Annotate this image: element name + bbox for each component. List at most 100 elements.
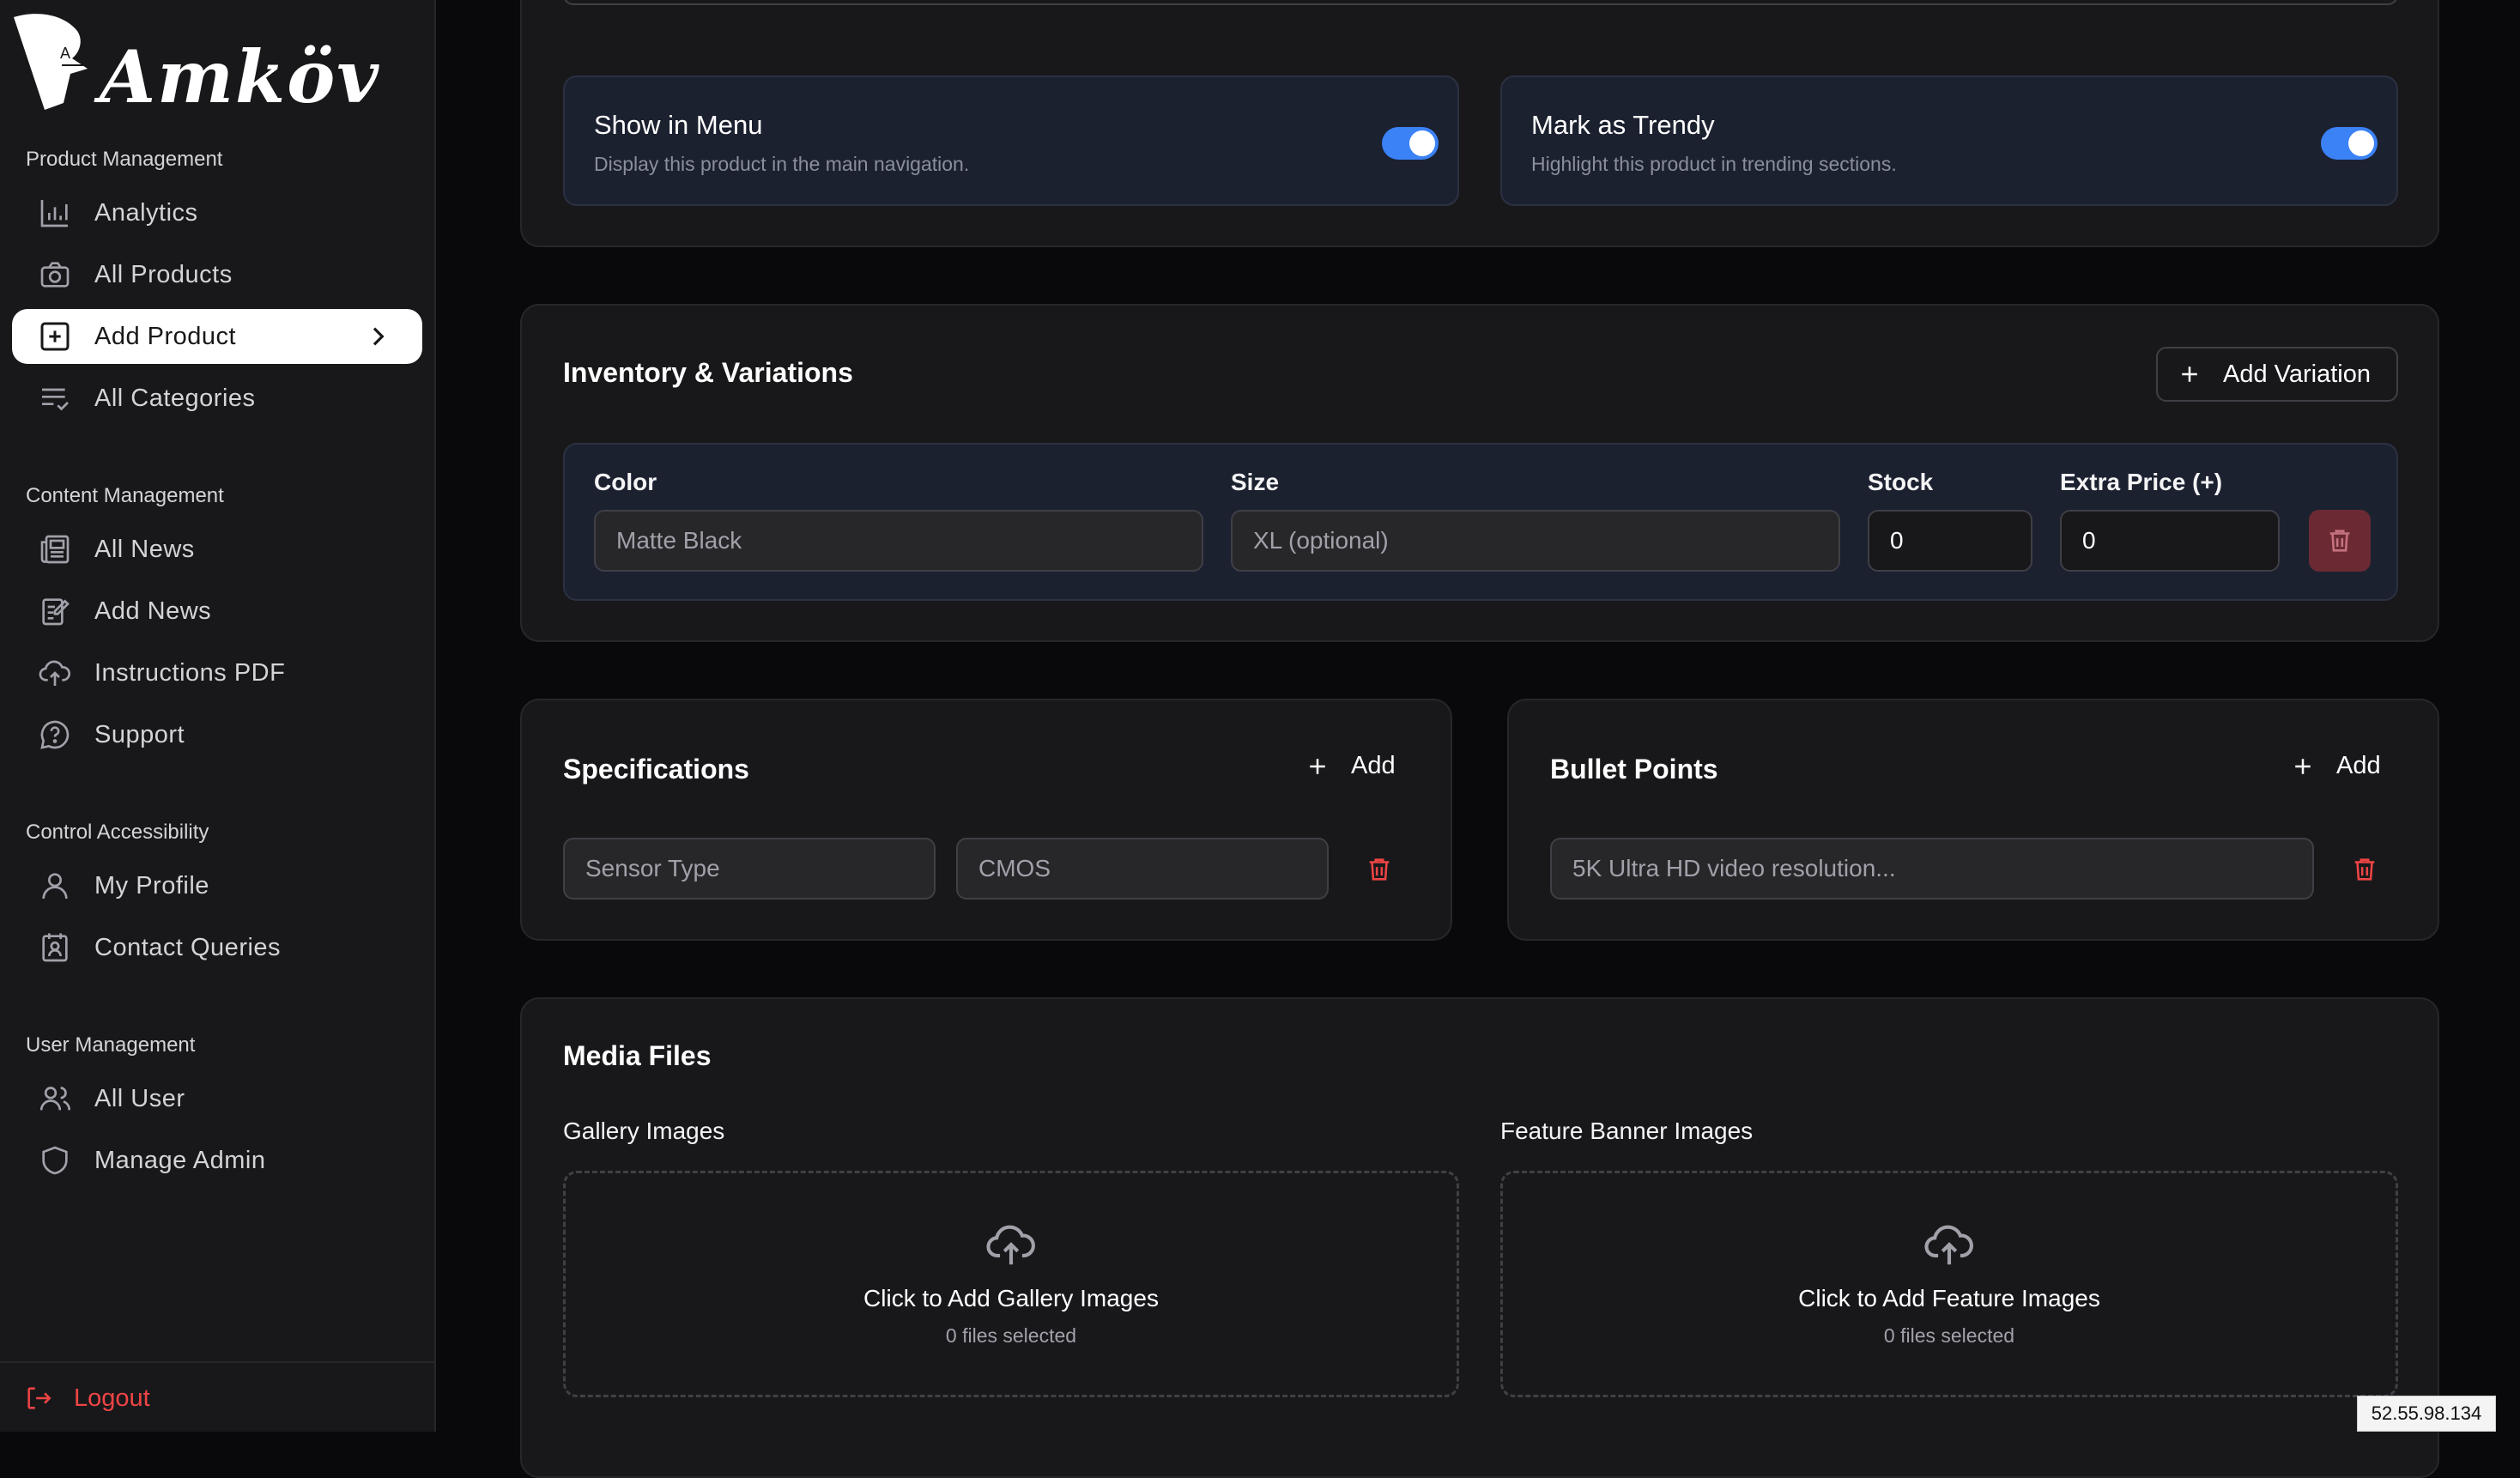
cloud-upload-icon: [38, 656, 72, 690]
variation-row: Color Size Stock Extra Price (+) Matte B…: [563, 443, 2398, 601]
logout-label: Logout: [74, 1384, 150, 1412]
add-variation-button[interactable]: Add Variation: [2156, 347, 2398, 402]
sidebar-item-label: Manage Admin: [94, 1146, 266, 1174]
trash-icon: [2329, 530, 2350, 552]
show-in-menu-panel: Show in Menu Display this product in the…: [563, 76, 1459, 206]
specifications-title: Specifications: [563, 754, 749, 784]
group-title-product-management: Product Management: [26, 148, 223, 171]
plus-icon: [2182, 366, 2197, 382]
sidebar-item-manage-admin[interactable]: Manage Admin: [12, 1133, 422, 1188]
mark-trendy-title: Mark as Trendy: [1531, 110, 1715, 140]
upload-cloud-icon: [1924, 1225, 1973, 1265]
sidebar-item-label: Instructions PDF: [94, 658, 286, 687]
sidebar-item-label: Add News: [94, 597, 212, 625]
show-in-menu-toggle[interactable]: [1382, 127, 1439, 160]
sidebar-item-label: Support: [94, 720, 185, 748]
media-files-title: Media Files: [563, 1040, 712, 1071]
sidebar-item-add-product[interactable]: Add Product: [12, 309, 422, 364]
gallery-dropzone-title: Click to Add Gallery Images: [863, 1285, 1159, 1311]
media-files-card: Media Files Gallery Images Feature Banne…: [520, 997, 2439, 1478]
feature-banner-label: Feature Banner Images: [1500, 1118, 1754, 1144]
sidebar-item-label: All Categories: [94, 384, 256, 412]
mark-trendy-toggle[interactable]: [2321, 127, 2378, 160]
add-specification-label: Add: [1351, 752, 1396, 779]
sidebar-item-add-news[interactable]: Add News: [12, 584, 422, 639]
sidebar-item-all-user[interactable]: All User: [12, 1071, 422, 1126]
spec-value-input[interactable]: CMOS: [956, 838, 1329, 900]
add-specification-button[interactable]: Add: [1305, 752, 1396, 780]
inventory-title: Inventory & Variations: [563, 357, 853, 388]
svg-text:A: A: [60, 45, 70, 62]
sidebar-item-label: Analytics: [94, 198, 198, 227]
delete-spec-icon[interactable]: [1365, 855, 1394, 884]
bullet-points-title: Bullet Points: [1550, 754, 1718, 784]
sidebar-item-label: All Products: [94, 260, 233, 288]
mark-trendy-panel: Mark as Trendy Highlight this product in…: [1500, 76, 2398, 206]
sidebar-item-all-products[interactable]: All Products: [12, 247, 422, 302]
size-input[interactable]: XL (optional): [1231, 510, 1840, 572]
specifications-card: Specifications Add Sensor Type CMOS: [520, 699, 1452, 941]
ip-address-badge: 52.55.98.134: [2357, 1396, 2496, 1432]
add-bullet-button[interactable]: Add: [2290, 752, 2381, 780]
show-in-menu-title: Show in Menu: [594, 110, 763, 140]
list-check-icon: [38, 381, 72, 415]
delete-variation-button[interactable]: [2309, 510, 2371, 572]
feature-dropzone-title: Click to Add Feature Images: [1798, 1285, 2100, 1311]
sidebar-item-contact-queries[interactable]: Contact Queries: [12, 920, 422, 975]
show-in-menu-description: Display this product in the main navigat…: [594, 153, 970, 175]
spec-key-input[interactable]: Sensor Type: [563, 838, 936, 900]
logout-icon: [27, 1387, 51, 1409]
camera-icon: [38, 257, 72, 292]
sidebar-item-label: Add Product: [94, 322, 237, 350]
plus-icon: [1310, 758, 1325, 774]
sidebar-item-analytics[interactable]: Analytics: [12, 185, 422, 240]
add-variation-label: Add Variation: [2223, 360, 2371, 388]
upload-cloud-icon: [986, 1225, 1035, 1265]
sidebar-item-label: All User: [94, 1084, 185, 1112]
previous-field-edge: [563, 0, 2398, 5]
newspaper-icon: [38, 532, 72, 566]
bullet-input[interactable]: 5K Ultra HD video resolution...: [1550, 838, 2314, 900]
stock-column-label: Stock: [1868, 469, 1934, 495]
size-column-label: Size: [1231, 469, 1280, 495]
group-title-content-management: Content Management: [26, 484, 224, 507]
sidebar-item-label: My Profile: [94, 871, 209, 900]
shield-icon: [38, 1143, 72, 1178]
chevron-right-icon: [373, 327, 385, 346]
mark-trendy-description: Highlight this product in trending secti…: [1531, 153, 1897, 175]
sidebar-item-all-news[interactable]: All News: [12, 522, 422, 577]
delete-bullet-icon[interactable]: [2350, 855, 2379, 884]
sidebar-item-my-profile[interactable]: My Profile: [12, 858, 422, 913]
sidebar-item-label: Contact Queries: [94, 933, 282, 961]
visibility-card: Show in Menu Display this product in the…: [520, 0, 2439, 247]
logout-divider: [0, 1361, 436, 1363]
plus-icon: [2295, 758, 2311, 774]
gallery-file-count: 0 files selected: [945, 1324, 1077, 1347]
inventory-card: Inventory & Variations Add Variation Col…: [520, 304, 2439, 642]
feature-dropzone[interactable]: Click to Add Feature Images 0 files sele…: [1500, 1171, 2398, 1397]
help-circle-icon: [38, 718, 72, 752]
plus-square-icon: [38, 319, 72, 354]
sidebar-item-label: All News: [94, 535, 195, 563]
stock-input[interactable]: 0: [1868, 510, 2032, 572]
sidebar-item-all-categories[interactable]: All Categories: [12, 371, 422, 426]
extra-price-input[interactable]: 0: [2060, 510, 2280, 572]
sidebar-item-support[interactable]: Support: [12, 707, 422, 762]
users-icon: [38, 1081, 72, 1116]
user-icon: [38, 869, 72, 903]
sidebar: A Amköv Product Management Analytics All…: [0, 0, 436, 1432]
gallery-dropzone[interactable]: Click to Add Gallery Images 0 files sele…: [563, 1171, 1459, 1397]
feature-file-count: 0 files selected: [1883, 1324, 2015, 1347]
logout-button[interactable]: Logout: [24, 1384, 150, 1413]
group-title-user-management: User Management: [26, 1033, 196, 1057]
bullet-points-card: Bullet Points Add 5K Ultra HD video reso…: [1507, 699, 2439, 941]
color-column-label: Color: [594, 469, 657, 495]
sidebar-item-instructions-pdf[interactable]: Instructions PDF: [12, 645, 422, 700]
add-bullet-label: Add: [2336, 752, 2381, 779]
gallery-images-label: Gallery Images: [563, 1118, 725, 1144]
color-input[interactable]: Matte Black: [594, 510, 1203, 572]
brand-logo[interactable]: A Amköv: [10, 9, 379, 119]
extra-price-column-label: Extra Price (+): [2060, 469, 2223, 495]
brand-logo-text: Amköv: [100, 34, 381, 119]
group-title-control-accessibility: Control Accessibility: [26, 821, 209, 844]
